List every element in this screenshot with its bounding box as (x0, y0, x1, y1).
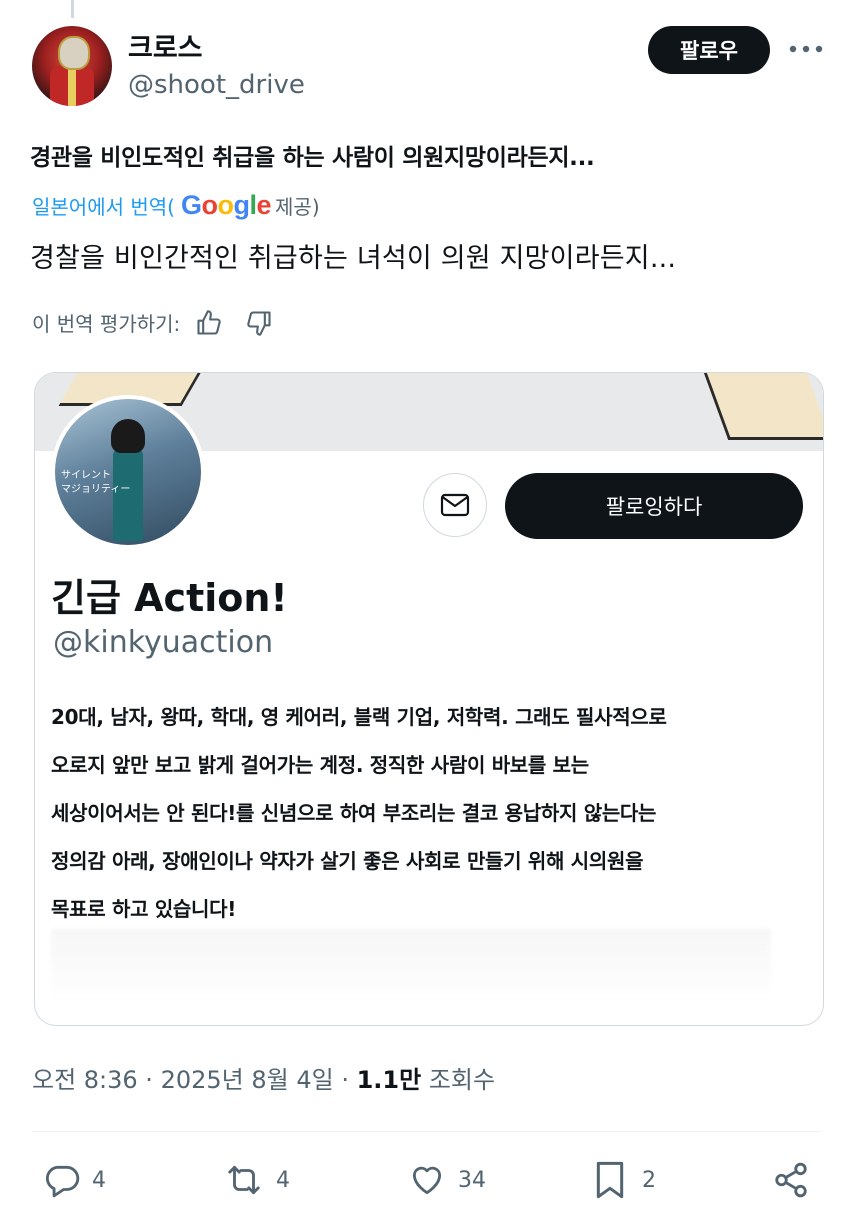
thumbs-up-icon[interactable] (194, 309, 224, 337)
profile-figure-hair (111, 419, 145, 453)
thread-line (71, 0, 74, 18)
translation-attribution: 일본어에서 번역( Google 제공) (32, 190, 320, 221)
translate-suffix: 제공) (275, 195, 320, 219)
quoted-profile-card[interactable]: サイレント マジョリティー 팔로잉하다 긴급 Action! @kinkyuact… (34, 372, 824, 1026)
bookmark-icon (596, 1161, 624, 1199)
view-count: 1.1만 (356, 1066, 422, 1094)
bio-line: 오로지 앞만 보고 밝게 걸어가는 계정. 정직한 사람이 바보를 보는 (51, 753, 589, 777)
bio-line: 세상이어서는 안 된다!를 신념으로 하여 부조리는 결코 용납하지 않는다는 (51, 801, 657, 825)
message-button[interactable] (423, 473, 487, 537)
card-profile-handle: @kinkyuaction (53, 625, 274, 660)
author-display-name[interactable]: 크로스 (128, 26, 203, 65)
following-button[interactable]: 팔로잉하다 (505, 473, 803, 539)
post-time[interactable]: 오전 8:36 · 2025년 8월 4일 · (32, 1066, 357, 1094)
more-dots-icon[interactable] (786, 34, 826, 64)
card-profile-picture[interactable]: サイレント マジョリティー (51, 395, 205, 549)
divider (32, 1131, 822, 1132)
google-logo-g2: g (233, 190, 250, 220)
author-handle[interactable]: @shoot_drive (128, 70, 305, 100)
avatar-figure-stripe (68, 68, 76, 106)
bio-line: 목표로 하고 있습니다! (51, 897, 237, 921)
repost-icon (228, 1165, 260, 1195)
google-logo-l: l (249, 190, 257, 220)
repost-count: 4 (276, 1167, 290, 1193)
mail-icon (440, 493, 470, 517)
reply-button[interactable]: 4 (42, 1158, 106, 1202)
like-button[interactable]: 34 (406, 1158, 486, 1202)
translate-from-link[interactable]: 일본어에서 번역( (32, 191, 175, 220)
post-original-text: 경관을 비인도적인 취급을 하는 사람이 의원지망이라든지... (30, 145, 595, 171)
like-count: 34 (458, 1167, 486, 1193)
view-label: 조회수 (421, 1066, 496, 1094)
post-timestamp: 오전 8:36 · 2025년 8월 4일 · 1.1만 조회수 (32, 1060, 495, 1095)
bio-line: 정의감 아래, 장애인이나 약자가 살기 좋은 사회로 만들기 위해 시의원을 (51, 849, 644, 873)
google-logo-e: e (256, 190, 272, 220)
google-logo-g: G (180, 190, 202, 220)
bookmark-count: 2 (642, 1167, 656, 1193)
reply-count: 4 (92, 1167, 106, 1193)
google-logo: Google (180, 190, 272, 221)
blurred-overflow (51, 929, 771, 999)
bookmark-button[interactable]: 2 (592, 1158, 656, 1202)
avatar-figure-face (58, 36, 90, 70)
google-logo-o1: o (201, 190, 218, 220)
heart-icon (412, 1166, 442, 1195)
thumbs-down-icon[interactable] (244, 309, 274, 337)
post-translated-text: 경찰을 비인간적인 취급하는 녀석이 의원 지망이라든지... (30, 243, 677, 274)
avatar[interactable] (32, 26, 112, 106)
bio-line: 20대, 남자, 왕따, 학대, 영 케어러, 블랙 기업, 저학력. 그래도 … (51, 705, 667, 729)
google-logo-o2: o (217, 190, 234, 220)
rate-translation: 이 번역 평가하기: (32, 308, 274, 337)
share-icon (775, 1162, 807, 1198)
reply-icon (45, 1165, 80, 1198)
card-bio: 20대, 남자, 왕따, 학대, 영 케어러, 블랙 기업, 저학력. 그래도 … (51, 693, 791, 933)
card-profile-name: 긴급 Action! (51, 576, 288, 620)
follow-button[interactable]: 팔로우 (648, 26, 770, 74)
share-button[interactable] (772, 1158, 810, 1202)
profile-pic-caption: サイレント マジョリティー (61, 470, 131, 495)
rate-label: 이 번역 평가하기: (32, 312, 181, 336)
banner-drawing-right (701, 373, 823, 440)
repost-button[interactable]: 4 (222, 1158, 290, 1202)
